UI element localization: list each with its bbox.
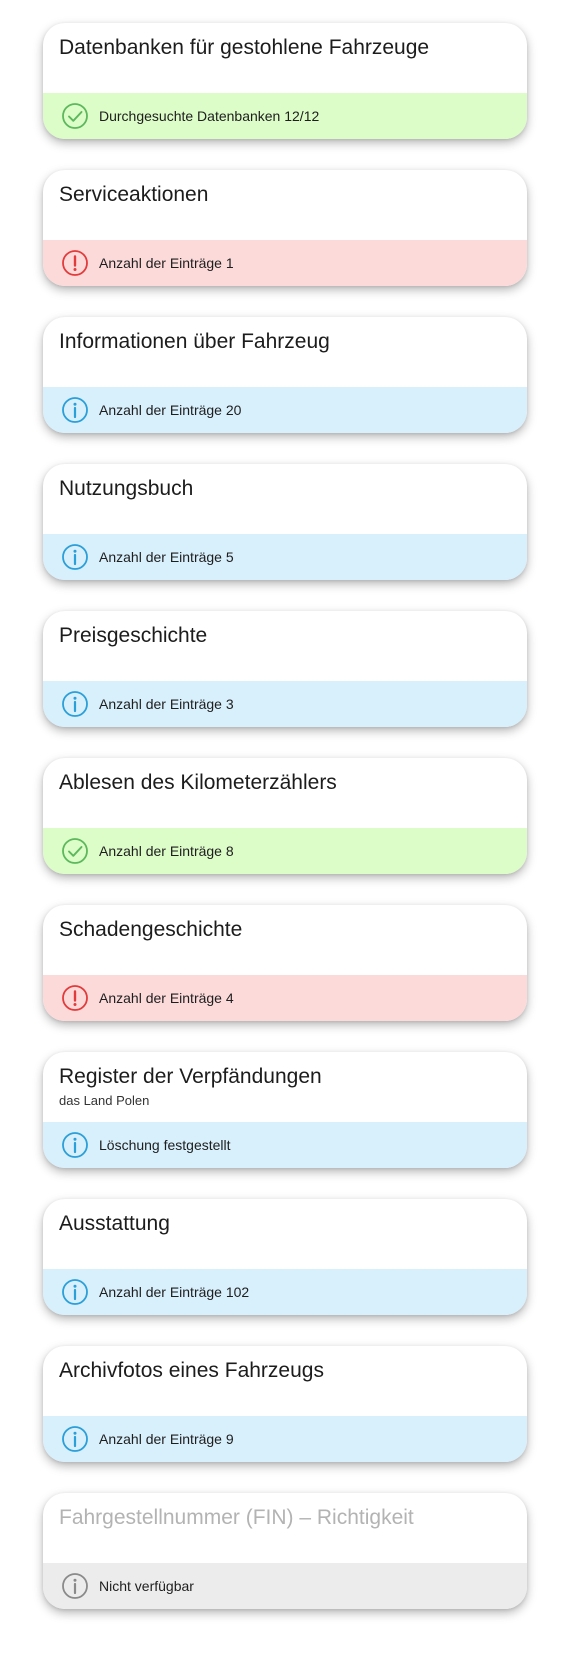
card-status-bar: Anzahl der Einträge 8: [43, 828, 527, 874]
card-status-text: Löschung festgestellt: [99, 1137, 231, 1153]
card-status-text: Nicht verfügbar: [99, 1578, 194, 1594]
card-subtitle: das Land Polen: [59, 1093, 150, 1108]
check-circle-icon: [61, 837, 89, 865]
card-header: Archivfotos eines Fahrzeugs: [43, 1346, 527, 1416]
card-header: Fahrgestellnummer (FIN) – Richtigkeit: [43, 1493, 527, 1563]
report-card[interactable]: Informationen über Fahrzeug Anzahl der Ei…: [43, 317, 527, 433]
info-circle-icon: [61, 1425, 89, 1453]
report-card[interactable]: Schadengeschichte Anzahl der Einträge 4: [43, 905, 527, 1021]
card-title: Preisgeschichte: [59, 624, 208, 647]
card-title: Ablesen des Kilometerzählers: [59, 771, 337, 794]
exclamation-circle-icon: [61, 984, 89, 1012]
card-status-bar: Anzahl der Einträge 1: [43, 240, 527, 286]
card-status-bar: Nicht verfügbar: [43, 1563, 527, 1609]
card-status-text: Anzahl der Einträge 1: [99, 255, 234, 271]
card-header: Register der Verpfändungen das Land Polen: [43, 1052, 527, 1122]
card-status-bar: Löschung festgestellt: [43, 1122, 527, 1168]
exclamation-circle-icon: [61, 249, 89, 277]
card-status-text: Anzahl der Einträge 3: [99, 696, 234, 712]
info-circle-icon: [61, 396, 89, 424]
card-status-text: Anzahl der Einträge 8: [99, 843, 234, 859]
card-status-bar: Anzahl der Einträge 20: [43, 387, 527, 433]
card-title: Ausstattung: [59, 1212, 170, 1235]
card-header: Informationen über Fahrzeug: [43, 317, 527, 387]
card-status-text: Anzahl der Einträge 4: [99, 990, 234, 1006]
report-card[interactable]: Fahrgestellnummer (FIN) – Richtigkeit Nic…: [43, 1493, 527, 1609]
card-header: Ablesen des Kilometerzählers: [43, 758, 527, 828]
info-circle-icon: [61, 690, 89, 718]
report-cards-list: Datenbanken für gestohlene Fahrzeuge Durc…: [43, 23, 527, 1640]
report-card[interactable]: Datenbanken für gestohlene Fahrzeuge Durc…: [43, 23, 527, 139]
info-circle-icon: [61, 1131, 89, 1159]
card-header: Serviceaktionen: [43, 170, 527, 240]
report-card[interactable]: Ausstattung Anzahl der Einträge 102: [43, 1199, 527, 1315]
card-header: Nutzungsbuch: [43, 464, 527, 534]
report-card[interactable]: Register der Verpfändungen das Land Polen…: [43, 1052, 527, 1168]
card-header: Ausstattung: [43, 1199, 527, 1269]
info-circle-icon: [61, 1572, 89, 1600]
card-title: Register der Verpfändungen: [59, 1065, 322, 1088]
card-title: Schadengeschichte: [59, 918, 243, 941]
card-status-text: Durchgesuchte Datenbanken 12/12: [99, 108, 320, 124]
card-status-bar: Anzahl der Einträge 3: [43, 681, 527, 727]
card-status-bar: Anzahl der Einträge 9: [43, 1416, 527, 1462]
card-status-bar: Durchgesuchte Datenbanken 12/12: [43, 93, 527, 139]
card-title: Archivfotos eines Fahrzeugs: [59, 1359, 324, 1382]
report-card[interactable]: Nutzungsbuch Anzahl der Einträge 5: [43, 464, 527, 580]
card-status-text: Anzahl der Einträge 102: [99, 1284, 250, 1300]
report-card[interactable]: Archivfotos eines Fahrzeugs Anzahl der Ei…: [43, 1346, 527, 1462]
card-title: Nutzungsbuch: [59, 477, 194, 500]
info-circle-icon: [61, 1278, 89, 1306]
card-status-text: Anzahl der Einträge 20: [99, 402, 242, 418]
report-card[interactable]: Serviceaktionen Anzahl der Einträge 1: [43, 170, 527, 286]
card-status-bar: Anzahl der Einträge 102: [43, 1269, 527, 1315]
report-card[interactable]: Preisgeschichte Anzahl der Einträge 3: [43, 611, 527, 727]
card-title: Serviceaktionen: [59, 183, 209, 206]
info-circle-icon: [61, 543, 89, 571]
card-title: Fahrgestellnummer (FIN) – Richtigkeit: [59, 1506, 414, 1529]
card-status-text: Anzahl der Einträge 9: [99, 1431, 234, 1447]
card-status-bar: Anzahl der Einträge 5: [43, 534, 527, 580]
card-header: Preisgeschichte: [43, 611, 527, 681]
card-title: Datenbanken für gestohlene Fahrzeuge: [59, 36, 430, 59]
report-card[interactable]: Ablesen des Kilometerzählers Anzahl der E…: [43, 758, 527, 874]
card-header: Schadengeschichte: [43, 905, 527, 975]
card-status-bar: Anzahl der Einträge 4: [43, 975, 527, 1021]
card-status-text: Anzahl der Einträge 5: [99, 549, 234, 565]
card-header: Datenbanken für gestohlene Fahrzeuge: [43, 23, 527, 93]
card-title: Informationen über Fahrzeug: [59, 330, 330, 353]
check-circle-icon: [61, 102, 89, 130]
